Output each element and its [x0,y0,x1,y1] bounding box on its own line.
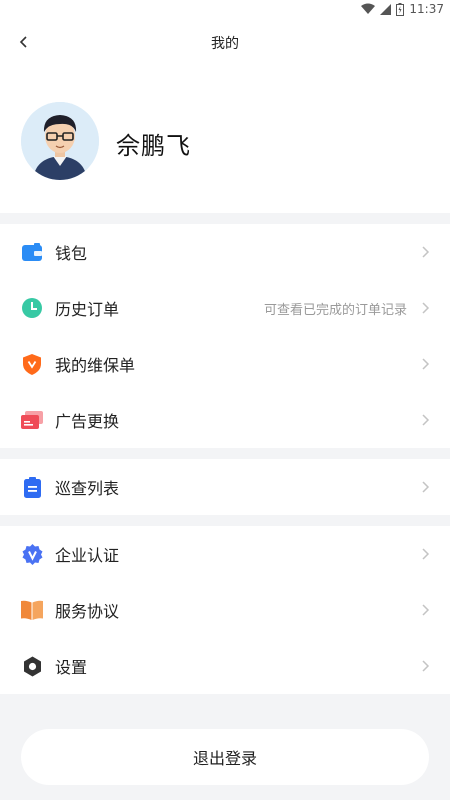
ad-card-icon [21,409,43,431]
menu-item-maintenance[interactable]: 我的维保单 [0,336,450,392]
menu-item-inspection-list[interactable]: 巡查列表 [0,459,450,515]
menu-label-ad-replace: 广告更换 [55,412,120,431]
chevron-right-icon [422,246,430,258]
status-bar: 11:37 [0,0,450,18]
clipboard-icon [21,476,43,498]
avatar[interactable] [21,102,99,180]
back-button[interactable] [12,30,36,54]
logout-button[interactable]: 退出登录 [21,729,429,785]
menu-item-wallet[interactable]: 钱包 [0,224,450,280]
menu-label-history-orders: 历史订单 [55,300,120,319]
menu-label-service-agreement: 服务协议 [55,602,120,621]
wifi-icon [361,3,376,15]
chevron-right-icon [422,414,430,426]
chevron-right-icon [422,302,430,314]
logout-container: 退出登录 [0,729,450,785]
chevron-right-icon [422,548,430,560]
shield-icon [21,353,43,375]
status-time: 11:37 [409,2,444,16]
chevron-right-icon [422,358,430,370]
menu-label-inspection-list: 巡查列表 [55,479,120,498]
battery-icon [396,2,405,16]
menu-hint-history-orders: 可查看已完成的订单记录 [263,302,407,318]
menu-item-settings[interactable]: 设置 [0,638,450,694]
nav-bar: 我的 [0,18,450,68]
menu-item-enterprise-verification[interactable]: 企业认证 [0,526,450,582]
menu-group-3: 企业认证 服务协议 设置 [0,526,450,694]
menu-item-service-agreement[interactable]: 服务协议 [0,582,450,638]
signal-icon [380,3,392,15]
menu-label-enterprise-verification: 企业认证 [55,546,120,565]
book-icon [21,599,43,621]
status-icons: 11:37 [361,1,444,17]
gear-icon [21,655,43,677]
menu-label-settings: 设置 [55,658,88,677]
menu-item-ad-replace[interactable]: 广告更换 [0,392,450,448]
menu-group-1: 钱包 历史订单 可查看已完成的订单记录 我的维保单 广告更换 [0,224,450,448]
chevron-left-icon [19,36,27,48]
menu-label-wallet: 钱包 [55,244,88,263]
menu-item-history-orders[interactable]: 历史订单 可查看已完成的订单记录 [0,280,450,336]
section-divider [0,448,450,459]
page-title: 我的 [211,36,239,52]
section-divider [0,213,450,224]
chevron-right-icon [422,660,430,672]
wallet-icon [21,241,43,263]
profile-card[interactable]: 佘鹏飞 [0,68,450,213]
menu-group-2: 巡查列表 [0,459,450,515]
verified-badge-icon [21,543,43,565]
username: 佘鹏飞 [116,132,191,160]
menu-label-maintenance: 我的维保单 [55,356,136,375]
clock-icon [21,297,43,319]
chevron-right-icon [422,604,430,616]
chevron-right-icon [422,481,430,493]
section-divider [0,515,450,526]
